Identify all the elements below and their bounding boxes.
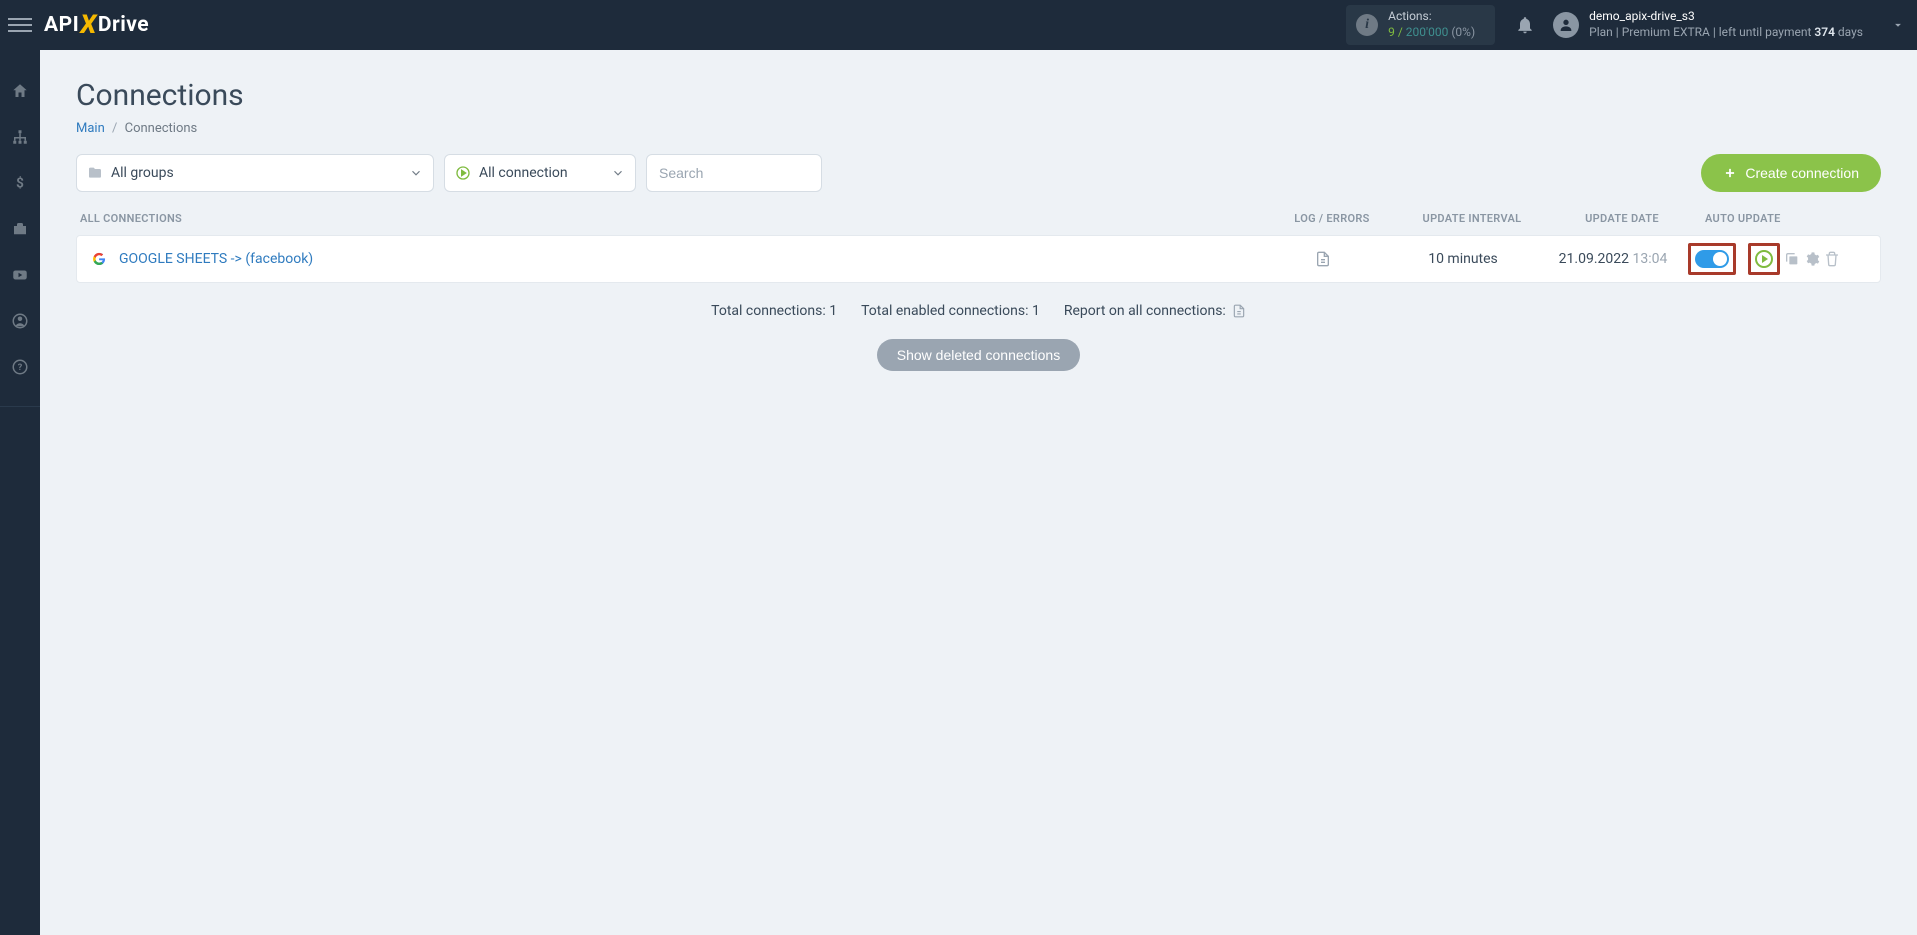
actions-limit: 200'000 (1406, 25, 1449, 39)
enabled-connections: Total enabled connections: 1 (861, 303, 1040, 319)
google-icon (89, 249, 109, 269)
top-header: API X Drive i Actions: 9 / 200'000 (0%) … (0, 0, 1917, 50)
breadcrumb: Main / Connections (76, 121, 1881, 136)
highlight-toggle (1688, 243, 1736, 275)
th-interval: UPDATE INTERVAL (1397, 212, 1547, 225)
user-name: demo_apix-drive_s3 (1589, 9, 1863, 25)
connection-label: All connection (479, 165, 568, 181)
nav-help-icon[interactable]: ? (0, 354, 40, 380)
svg-text:?: ? (18, 363, 23, 373)
total-connections: Total connections: 1 (711, 303, 837, 319)
sidebar: $ ? (0, 50, 40, 935)
logo[interactable]: API X Drive (44, 10, 149, 40)
nav-connections-icon[interactable] (0, 124, 40, 150)
groups-label: All groups (111, 165, 174, 181)
breadcrumb-current: Connections (125, 121, 198, 136)
groups-select[interactable]: All groups (76, 154, 434, 192)
main-content: Connections Main / Connections All group… (40, 50, 1917, 935)
th-date: UPDATE DATE (1547, 212, 1697, 225)
interval-cell: 10 minutes (1388, 251, 1538, 267)
actions-counter[interactable]: i Actions: 9 / 200'000 (0%) (1346, 5, 1495, 44)
actions-label: Actions: (1388, 9, 1475, 25)
folder-icon (87, 165, 103, 181)
chevron-down-icon (1891, 18, 1905, 32)
plus-icon (1723, 166, 1737, 180)
report-link[interactable]: Report on all connections: (1064, 303, 1246, 319)
trash-icon[interactable] (1824, 251, 1840, 267)
actions-text: Actions: 9 / 200'000 (0%) (1388, 9, 1475, 40)
search-input[interactable] (646, 154, 822, 192)
summary: Total connections: 1 Total enabled conne… (76, 303, 1881, 319)
toolbar: All groups All connection Create connect… (76, 154, 1881, 192)
menu-toggle-icon[interactable] (8, 13, 32, 37)
user-menu[interactable]: demo_apix-drive_s3 Plan | Premium EXTRA … (1553, 9, 1905, 40)
document-icon (1232, 303, 1246, 319)
logo-text-api: API (44, 13, 79, 37)
sidebar-divider (0, 406, 40, 407)
th-auto: AUTO UPDATE (1697, 212, 1877, 225)
page-title: Connections (76, 78, 1881, 113)
create-connection-button[interactable]: Create connection (1701, 154, 1881, 192)
actions-cell (1688, 243, 1868, 275)
actions-pct: (0%) (1451, 25, 1475, 39)
user-plan: Plan | Premium EXTRA | left until paymen… (1589, 25, 1863, 41)
breadcrumb-sep: / (112, 121, 117, 136)
chevron-down-icon (409, 166, 423, 180)
table-header: ALL CONNECTIONS LOG / ERRORS UPDATE INTE… (76, 212, 1881, 235)
nav-billing-icon[interactable]: $ (0, 170, 40, 196)
nav-video-icon[interactable] (0, 262, 40, 288)
highlight-play (1748, 243, 1780, 275)
svg-text:$: $ (16, 176, 24, 192)
nav-home-icon[interactable] (0, 78, 40, 104)
logo-text-drive: Drive (98, 13, 149, 37)
th-log: LOG / ERRORS (1267, 212, 1397, 225)
info-icon: i (1356, 14, 1378, 36)
copy-icon[interactable] (1784, 251, 1800, 267)
play-circle-icon (455, 165, 471, 181)
date-cell: 21.09.2022 13:04 (1538, 251, 1688, 267)
avatar-icon (1553, 12, 1579, 38)
connection-select[interactable]: All connection (444, 154, 636, 192)
document-icon (1315, 250, 1331, 268)
th-name: ALL CONNECTIONS (80, 212, 1267, 225)
connection-name-link[interactable]: GOOGLE SHEETS -> (facebook) (119, 251, 1258, 267)
chevron-down-icon (611, 166, 625, 180)
log-cell[interactable] (1258, 250, 1388, 268)
show-deleted-button[interactable]: Show deleted connections (877, 339, 1080, 371)
nav-toolbox-icon[interactable] (0, 216, 40, 242)
auto-update-toggle[interactable] (1695, 250, 1729, 268)
run-button[interactable] (1755, 250, 1773, 268)
actions-count: 9 (1388, 25, 1395, 39)
logo-text-x: X (80, 10, 97, 40)
nav-profile-icon[interactable] (0, 308, 40, 334)
user-text: demo_apix-drive_s3 Plan | Premium EXTRA … (1589, 9, 1863, 40)
create-label: Create connection (1745, 165, 1859, 181)
notifications-icon[interactable] (1515, 15, 1535, 35)
gear-icon[interactable] (1804, 251, 1820, 267)
breadcrumb-main[interactable]: Main (76, 121, 105, 136)
table-row: GOOGLE SHEETS -> (facebook) 10 minutes 2… (76, 235, 1881, 283)
